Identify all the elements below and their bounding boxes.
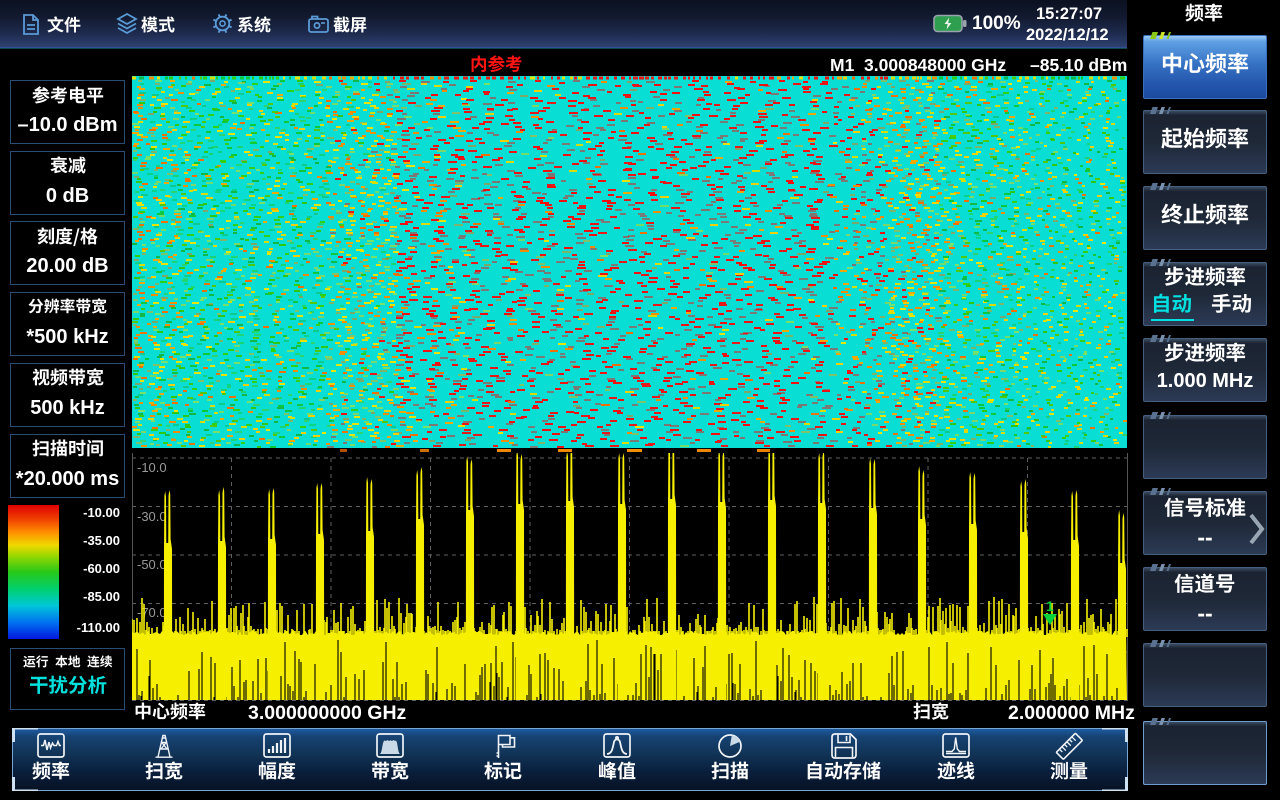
svg-text:-30.0: -30.0	[137, 509, 167, 524]
svg-text:-50.0: -50.0	[137, 557, 167, 572]
svg-text:-10.0: -10.0	[137, 460, 167, 475]
svg-text:1: 1	[1046, 598, 1054, 614]
